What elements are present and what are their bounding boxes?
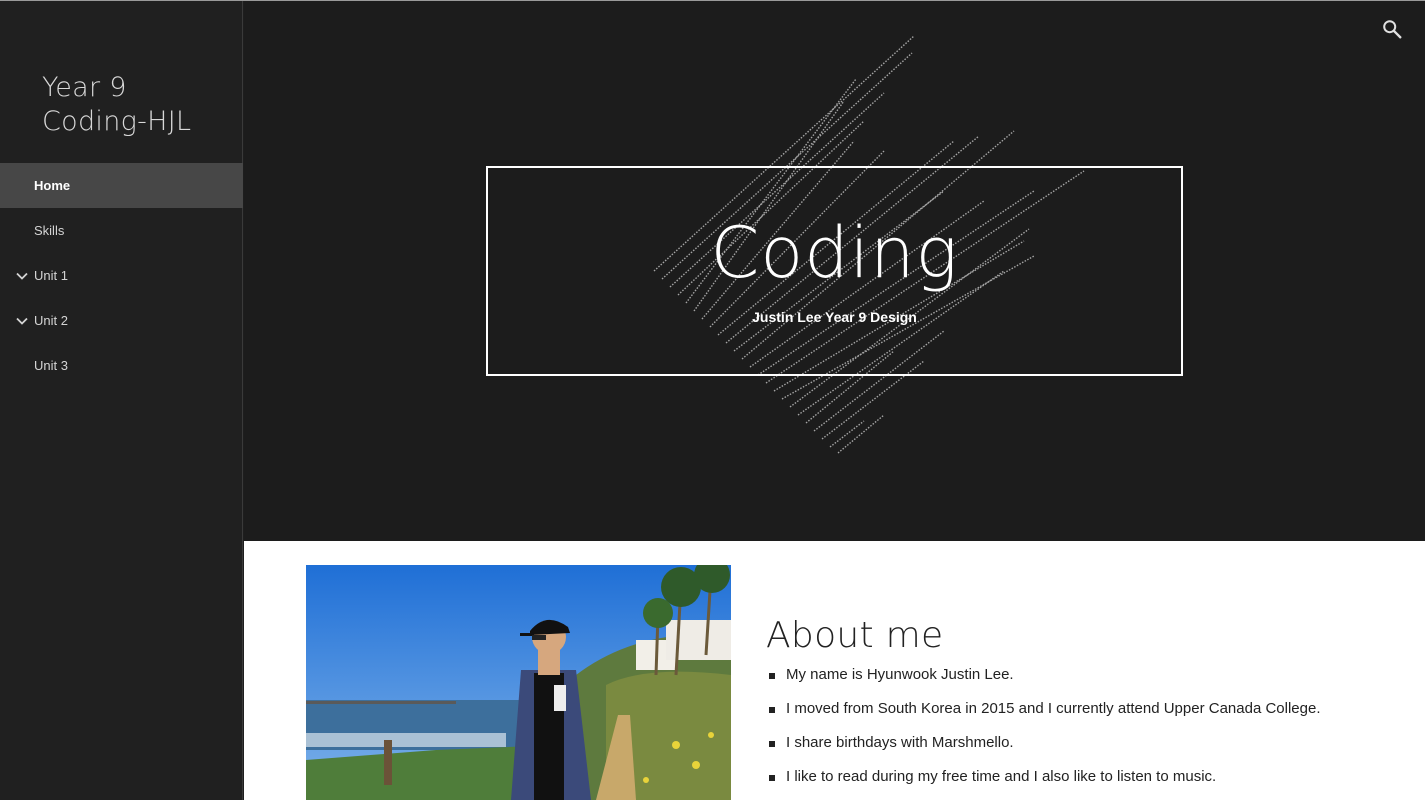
- chevron-down-icon[interactable]: [14, 313, 30, 329]
- sidebar-item-unit-1[interactable]: Unit 1: [0, 253, 243, 298]
- sidebar-item-label: Home: [34, 178, 71, 193]
- profile-photo: [306, 565, 731, 800]
- chevron-down-icon[interactable]: [14, 268, 30, 284]
- hero-title: Coding: [710, 212, 959, 294]
- sidebar-item-home[interactable]: Home: [0, 163, 243, 208]
- hero-title-box: Coding Justin Lee Year 9 Design: [486, 166, 1183, 376]
- hero-subtitle: Justin Lee Year 9 Design: [752, 309, 917, 325]
- about-heading: About me: [766, 614, 944, 656]
- sidebar-nav: Home Skills Unit 1 Unit 2 Unit 3: [0, 163, 243, 388]
- list-item: I share birthdays with Marshmello.: [766, 731, 1321, 765]
- hero-banner: Coding Justin Lee Year 9 Design: [244, 1, 1425, 541]
- list-item: My name is Hyunwook Justin Lee.: [766, 663, 1321, 697]
- sidebar-item-label: Unit 1: [34, 268, 68, 283]
- list-item: I moved from South Korea in 2015 and I c…: [766, 697, 1321, 731]
- sidebar-item-label: Unit 3: [34, 358, 68, 373]
- sidebar-item-skills[interactable]: Skills: [0, 208, 243, 253]
- search-icon[interactable]: [1381, 18, 1403, 40]
- about-list: My name is Hyunwook Justin Lee. I moved …: [766, 663, 1321, 799]
- site-title[interactable]: Year 9 Coding-HJL: [42, 71, 232, 139]
- sidebar-item-label: Skills: [34, 223, 65, 238]
- sidebar-item-unit-3[interactable]: Unit 3: [0, 343, 243, 388]
- sidebar: Year 9 Coding-HJL Home Skills Unit 1 Uni…: [0, 1, 243, 800]
- sidebar-item-label: Unit 2: [34, 313, 68, 328]
- main-content: Coding Justin Lee Year 9 Design About me…: [244, 1, 1425, 800]
- about-section: About me My name is Hyunwook Justin Lee.…: [244, 541, 1425, 800]
- list-item: I like to read during my free time and I…: [766, 765, 1321, 799]
- sidebar-item-unit-2[interactable]: Unit 2: [0, 298, 243, 343]
